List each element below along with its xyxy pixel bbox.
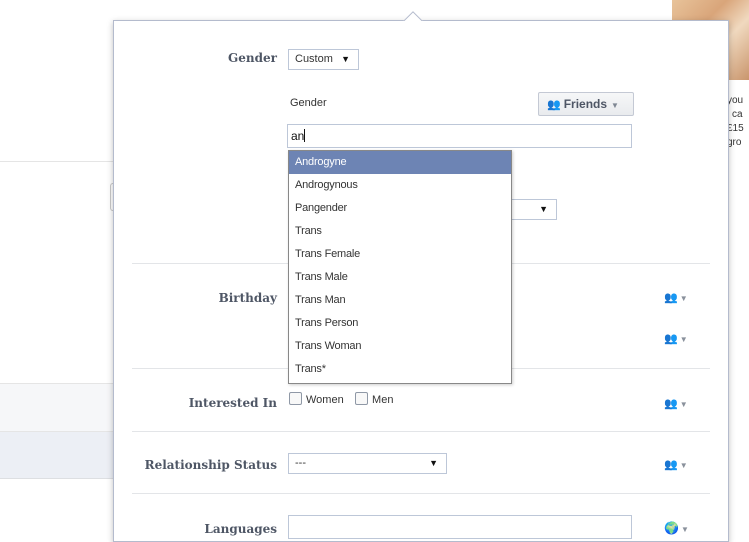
autocomplete-option[interactable]: Androgyne (289, 151, 511, 174)
autocomplete-option[interactable]: Trans* (289, 358, 511, 381)
gender-label: Gender (228, 51, 277, 65)
birth-year-audience-selector[interactable]: 👥 ▼ (664, 332, 696, 348)
background-sidebar-text: you l ca £15 gro (727, 94, 744, 150)
friends-icon: 👥 (664, 398, 678, 410)
chevron-down-icon: ▼ (341, 54, 350, 64)
men-checkbox[interactable] (355, 392, 369, 405)
friends-icon: 👥 (547, 99, 561, 111)
sidebar-text-line: gro (727, 137, 742, 148)
chevron-down-icon: ▼ (679, 335, 688, 344)
gender-audience-button[interactable]: 👥 Friends ▼ (538, 92, 634, 116)
edit-basic-info-dialog: Gender Custom ▼ Gender 👥 Friends ▼ an ▼ Bi… (113, 20, 729, 542)
section-divider (132, 431, 710, 432)
chevron-down-icon: ▼ (611, 101, 619, 110)
autocomplete-option[interactable]: Androgynous (289, 174, 511, 197)
birthday-label: Birthday (218, 291, 277, 305)
friends-icon: 👥 (664, 292, 678, 304)
chevron-down-icon: ▼ (429, 458, 438, 468)
relationship-status-select[interactable]: --- ▼ (288, 453, 447, 474)
interested-in-options: Women Men (289, 392, 401, 406)
gender-audience-label: Friends (563, 97, 608, 111)
custom-gender-input-value: an (291, 129, 305, 143)
dialog-pointer (403, 9, 423, 21)
gender-autocomplete-list: Androgyne Androgynous Pangender Trans Tr… (288, 150, 512, 384)
friends-icon: 👥 (664, 459, 678, 471)
background-divider (0, 161, 113, 162)
gender-select[interactable]: Custom ▼ (288, 49, 359, 70)
background-row-highlighted (0, 432, 116, 479)
custom-gender-input[interactable]: an (287, 124, 632, 148)
gender-select-value: Custom (295, 53, 333, 65)
relationship-status-value: --- (295, 457, 306, 469)
relationship-status-label: Relationship Status (144, 458, 277, 472)
women-checkbox-label: Women (306, 394, 344, 406)
relationship-audience-selector[interactable]: 👥 ▼ (664, 458, 696, 474)
sidebar-text-line: £15 (727, 123, 744, 134)
autocomplete-option[interactable]: Trans Woman (289, 335, 511, 358)
friends-icon: 👥 (664, 333, 678, 345)
sidebar-text-line: you (727, 95, 744, 106)
chevron-down-icon: ▼ (679, 400, 688, 409)
languages-input[interactable] (288, 515, 632, 539)
background-row (0, 383, 116, 432)
chevron-down-icon: ▼ (680, 525, 689, 534)
chevron-down-icon: ▼ (679, 294, 688, 303)
globe-icon: 🌍 (664, 521, 679, 535)
chevron-down-icon: ▼ (679, 461, 688, 470)
interested-in-label: Interested In (188, 396, 277, 410)
birthday-audience-selector[interactable]: 👥 ▼ (664, 291, 696, 307)
autocomplete-option[interactable]: Trans (289, 220, 511, 243)
interested-in-audience-selector[interactable]: 👥 ▼ (664, 397, 696, 413)
autocomplete-option[interactable]: Trans Man (289, 289, 511, 312)
languages-audience-selector[interactable]: 🌍 ▼ (664, 521, 696, 537)
chevron-down-icon: ▼ (539, 204, 548, 214)
men-checkbox-label: Men (372, 394, 394, 406)
sidebar-text-line: l ca (727, 109, 743, 120)
autocomplete-option[interactable]: Trans Person (289, 312, 511, 335)
women-checkbox[interactable] (289, 392, 302, 405)
section-divider (132, 493, 710, 494)
custom-gender-label: Gender (290, 97, 327, 109)
text-cursor (304, 129, 306, 142)
autocomplete-option[interactable]: Pangender (289, 197, 511, 220)
autocomplete-option[interactable]: Trans Female (289, 243, 511, 266)
autocomplete-option[interactable]: Trans Male (289, 266, 511, 289)
